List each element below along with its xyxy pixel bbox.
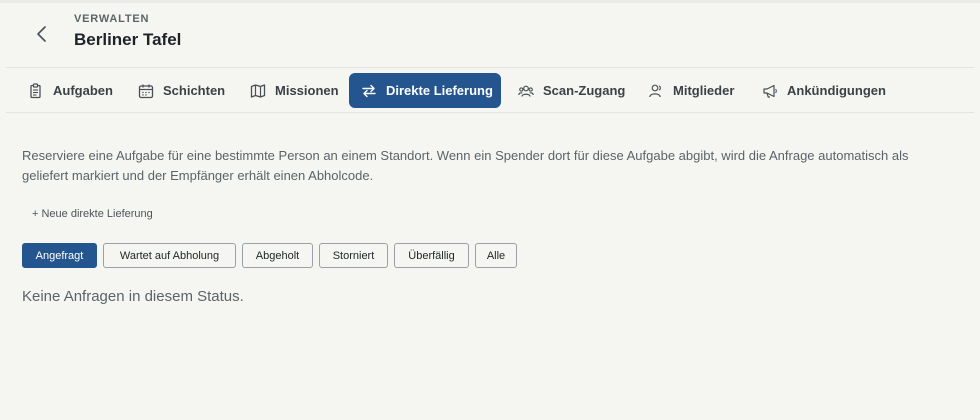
back-button[interactable] bbox=[30, 22, 54, 46]
megaphone-icon bbox=[763, 84, 777, 98]
filter-abgeholt[interactable]: Abgeholt bbox=[242, 243, 313, 268]
user-icon bbox=[649, 84, 661, 97]
filter-storniert[interactable]: Storniert bbox=[319, 243, 388, 268]
filter-angefragt[interactable]: Angefragt bbox=[22, 243, 97, 268]
arrows-exchange-icon bbox=[362, 84, 376, 97]
users-group-icon bbox=[518, 85, 534, 97]
tab-bar: Aufgaben Schichten Missionen Direkte Lie… bbox=[6, 67, 974, 113]
tab-scan-zugang[interactable]: Scan-Zugang bbox=[506, 73, 637, 108]
tab-label: Mitglieder bbox=[673, 83, 735, 98]
tab-direkte-lieferung[interactable]: Direkte Lieferung bbox=[349, 73, 501, 108]
map-icon bbox=[250, 83, 266, 98]
tab-label: Ankündigungen bbox=[787, 83, 886, 98]
section-description: Reserviere eine Aufgabe für eine bestimm… bbox=[22, 148, 909, 183]
empty-state-message: Keine Anfragen in diesem Status. bbox=[22, 288, 244, 305]
tab-schichten[interactable]: Schichten bbox=[126, 73, 237, 108]
tab-label: Scan-Zugang bbox=[543, 83, 626, 98]
page-title: Berliner Tafel bbox=[74, 30, 182, 49]
tab-label: Missionen bbox=[275, 83, 339, 98]
tab-aufgaben[interactable]: Aufgaben bbox=[16, 73, 125, 108]
chevron-left-icon bbox=[37, 26, 46, 42]
filter-wartet-auf-abholung[interactable]: Wartet auf Abholung bbox=[103, 243, 236, 268]
page-header: VERWALTEN Berliner Tafel bbox=[0, 0, 980, 66]
tab-label: Schichten bbox=[163, 83, 226, 98]
tab-missionen[interactable]: Missionen bbox=[238, 73, 351, 108]
filter-alle[interactable]: Alle bbox=[475, 243, 517, 268]
section-eyebrow: VERWALTEN bbox=[74, 13, 150, 25]
tab-mitglieder[interactable]: Mitglieder bbox=[636, 73, 746, 108]
tab-label: Direkte Lieferung bbox=[386, 83, 493, 98]
tab-ankuendigungen[interactable]: Ankündigungen bbox=[750, 73, 898, 108]
filter-ueberfaellig[interactable]: Überfällig bbox=[394, 243, 469, 268]
calendar-icon bbox=[138, 84, 154, 98]
new-direct-delivery-button[interactable]: + Neue direkte Lieferung bbox=[32, 208, 153, 220]
clipboard-icon bbox=[30, 82, 41, 98]
tab-label: Aufgaben bbox=[53, 83, 113, 98]
